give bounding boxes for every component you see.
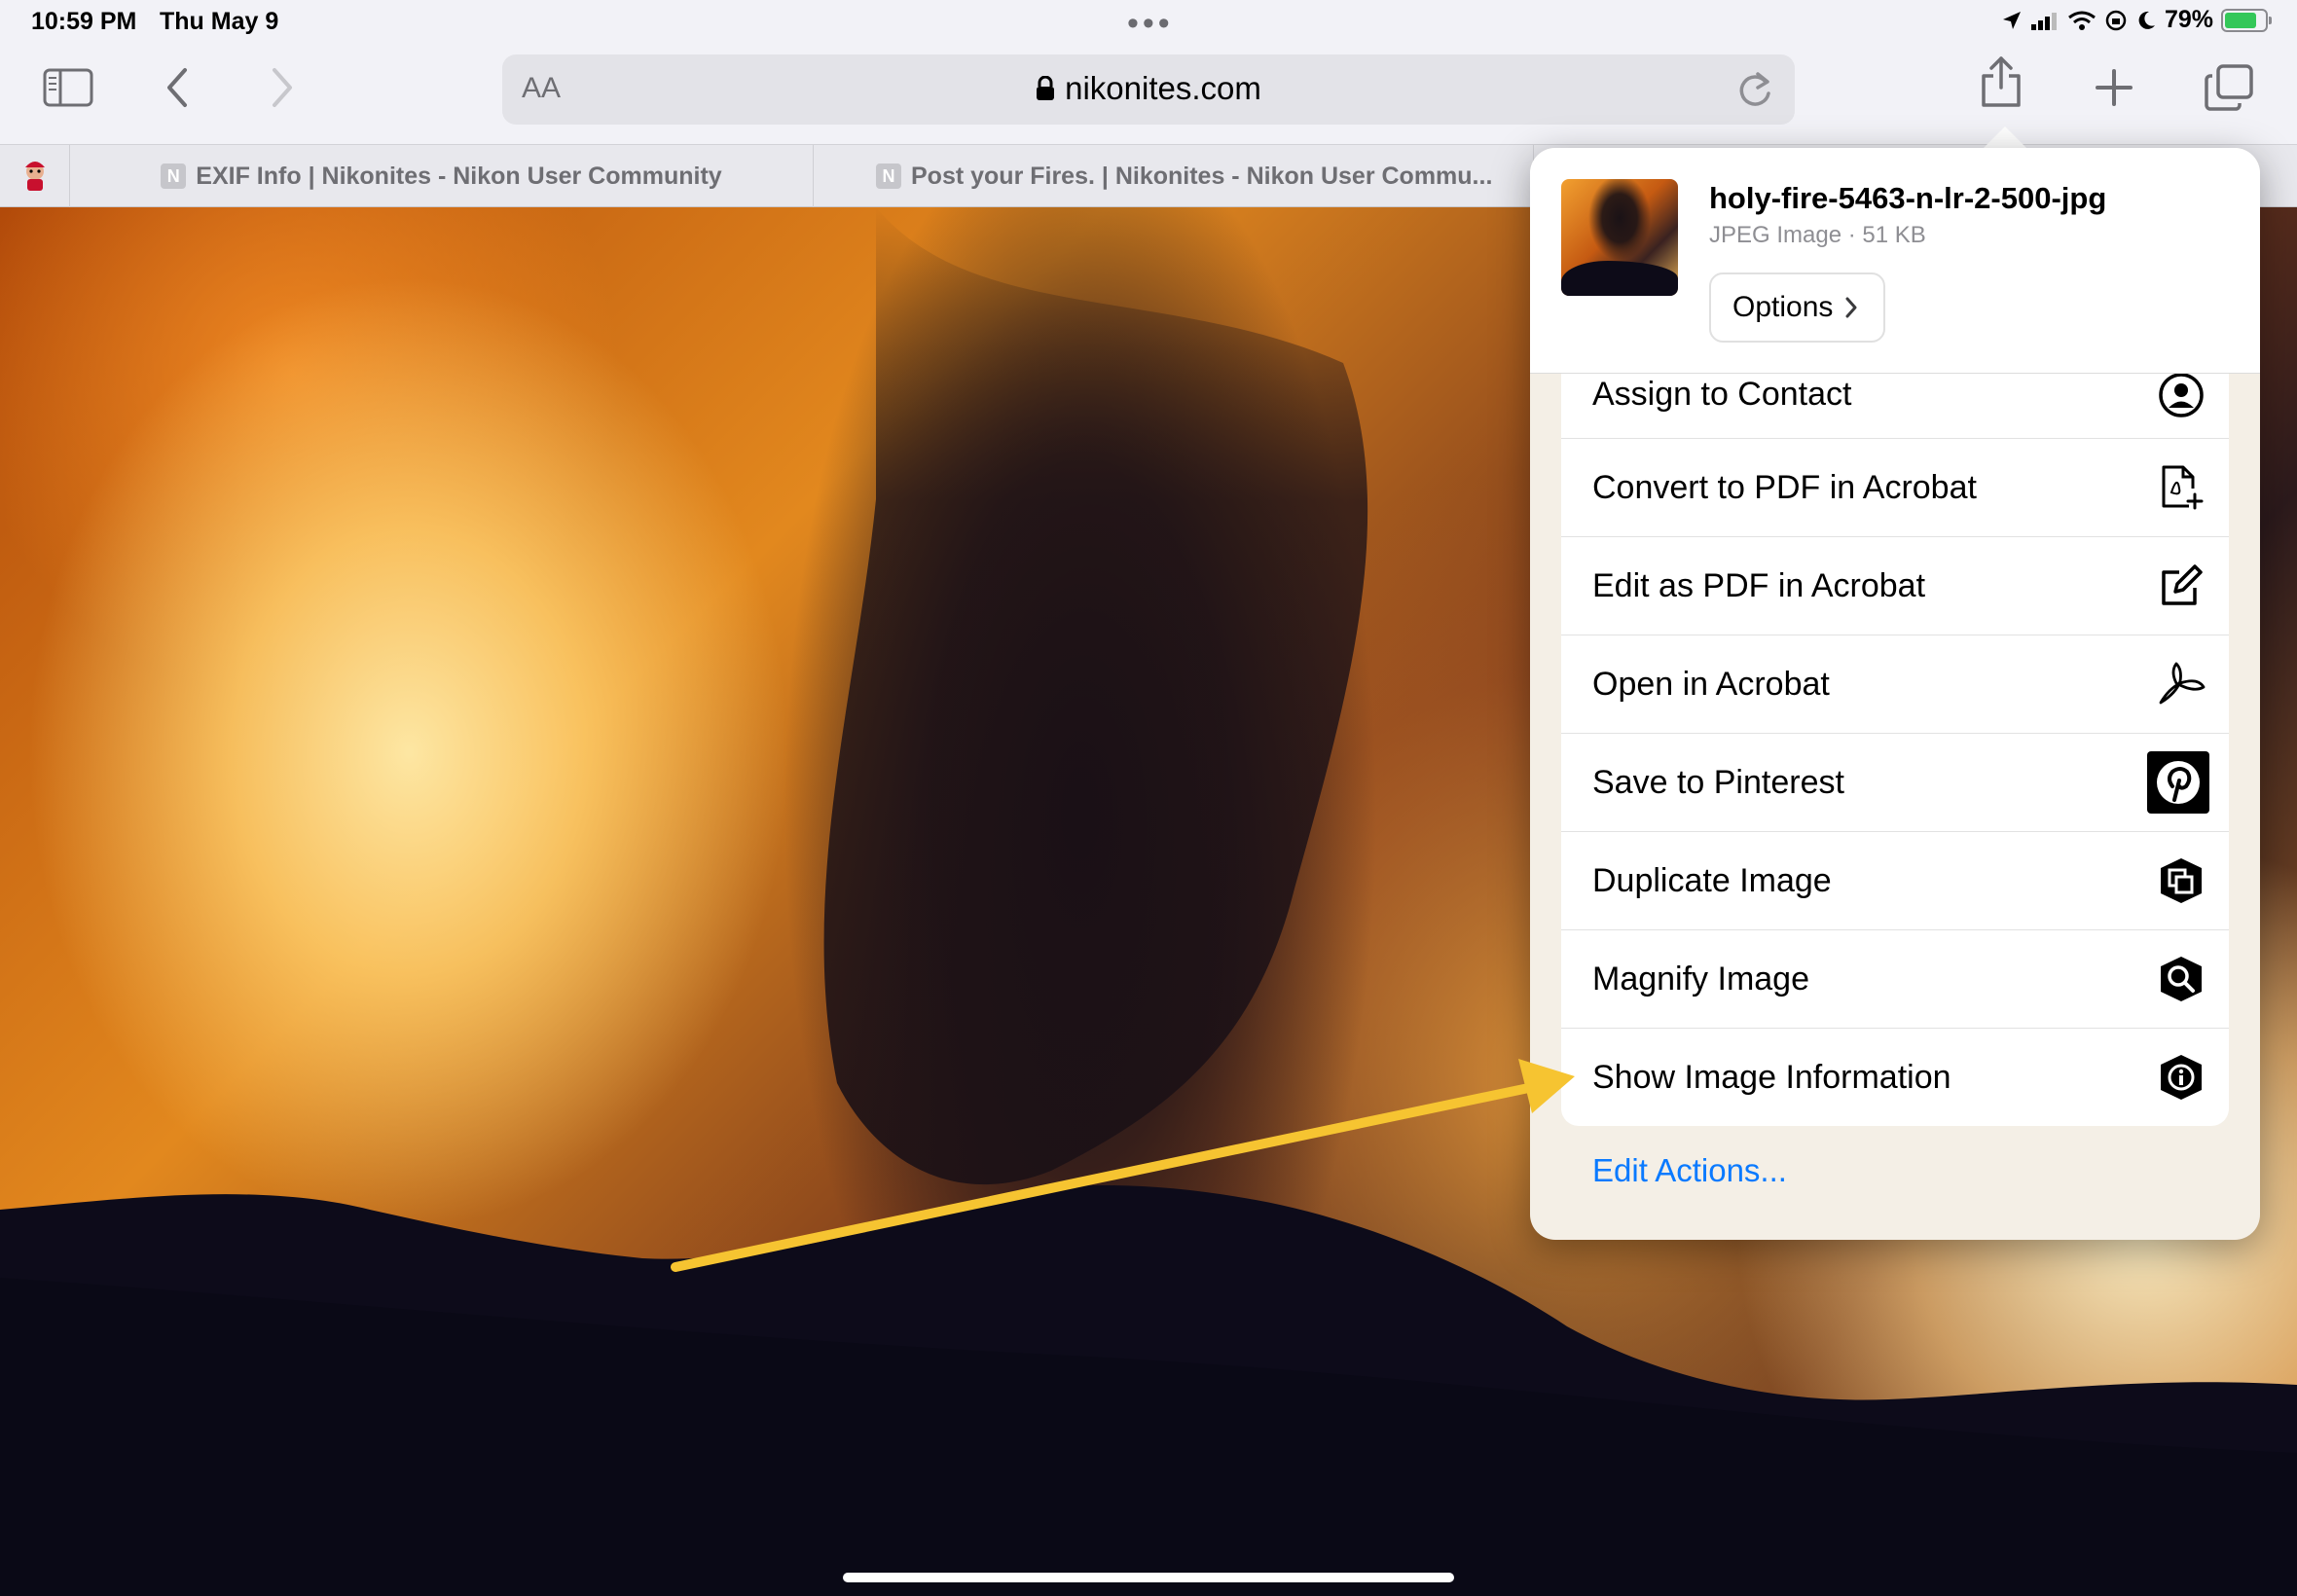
action-edit-as-pdf[interactable]: Edit as PDF in Acrobat [1561,536,2229,635]
reload-icon[interactable] [1736,70,1773,109]
share-sheet: holy-fire-5463-n-lr-2-500-jpg JPEG Image… [1530,148,2260,1240]
url-display[interactable]: nikonites.com [502,70,1795,107]
home-indicator[interactable] [843,1573,1454,1582]
action-assign-to-contact[interactable]: Assign to Contact [1561,374,2229,438]
cellular-signal-icon [2030,12,2057,30]
share-sheet-header: holy-fire-5463-n-lr-2-500-jpg JPEG Image… [1530,148,2260,374]
new-tab-icon[interactable] [2087,60,2141,115]
tab-title: EXIF Info | Nikonites - Nikon User Commu… [196,162,722,190]
status-indicators: 79% [2001,6,2272,34]
status-time: 10:59 PM [31,8,137,35]
tab-post-your-fires[interactable]: N Post your Fires. | Nikonites - Nikon U… [814,145,1534,207]
orientation-lock-icon [2105,10,2127,30]
options-button[interactable]: Options [1709,272,1886,343]
magnify-layers-icon [2153,951,2209,1007]
pdf-add-icon [2153,459,2209,516]
wifi-icon [2068,11,2096,30]
tab-overview-icon[interactable] [2202,60,2256,115]
multitasking-dots-icon[interactable]: ••• [1127,7,1174,40]
action-list: Assign to Contact Convert to PDF in Acro… [1561,374,2229,1126]
location-icon [2002,11,2021,29]
favicon-icon: N [161,163,187,189]
chevron-right-icon [1845,297,1857,318]
action-show-image-information[interactable]: Show Image Information [1561,1028,2229,1126]
action-save-to-pinterest[interactable]: Save to Pinterest [1561,733,2229,831]
share-icon[interactable] [1974,54,2028,109]
action-convert-to-pdf[interactable]: Convert to PDF in Acrobat [1561,438,2229,536]
tab-exif-info[interactable]: N EXIF Info | Nikonites - Nikon User Com… [70,145,814,207]
moon-icon [2138,11,2155,29]
action-label: Convert to PDF in Acrobat [1592,468,1977,506]
tab-title: Post your Fires. | Nikonites - Nikon Use… [911,162,1493,190]
edit-actions-link[interactable]: Edit Actions... [1592,1152,1787,1189]
lock-icon [1037,76,1055,100]
favicon-icon: N [876,163,901,189]
action-magnify-image[interactable]: Magnify Image [1561,929,2229,1028]
action-duplicate-image[interactable]: Duplicate Image [1561,831,2229,929]
domain-text: nikonites.com [1065,70,1261,106]
image-thumbnail [1561,179,1678,296]
address-bar[interactable]: AA nikonites.com [502,54,1795,125]
info-layers-icon [2153,1049,2209,1106]
action-open-in-acrobat[interactable]: Open in Acrobat [1561,635,2229,733]
acrobat-icon [2153,656,2209,712]
action-label: Open in Acrobat [1592,665,1830,703]
edit-square-icon [2153,558,2209,614]
back-icon[interactable] [150,60,204,115]
battery-percent: 79% [2164,6,2213,33]
action-label: Edit as PDF in Acrobat [1592,566,1926,604]
battery-icon [2221,8,2272,32]
safari-toolbar: 10:59 PM Thu May 9 ••• 79% AA nikonites.… [0,0,2297,144]
duplicate-layers-icon [2153,852,2209,909]
action-label: Duplicate Image [1592,861,1832,899]
person-circle-icon [2153,374,2209,423]
sidebar-icon[interactable] [41,60,95,115]
file-name: holy-fire-5463-n-lr-2-500-jpg [1709,181,2107,215]
character-favicon-icon [24,162,45,191]
pinterest-icon [2147,751,2209,814]
options-label: Options [1732,291,1834,323]
action-label: Save to Pinterest [1592,763,1844,801]
action-label: Assign to Contact [1592,376,1852,413]
forward-icon[interactable] [255,60,310,115]
popover-arrow [1982,127,2028,150]
file-meta: JPEG Image · 51 KB [1709,222,1926,248]
status-date: Thu May 9 [160,8,279,35]
action-label: Show Image Information [1592,1058,1951,1096]
pinned-tab[interactable] [0,145,70,207]
action-label: Magnify Image [1592,960,1809,998]
